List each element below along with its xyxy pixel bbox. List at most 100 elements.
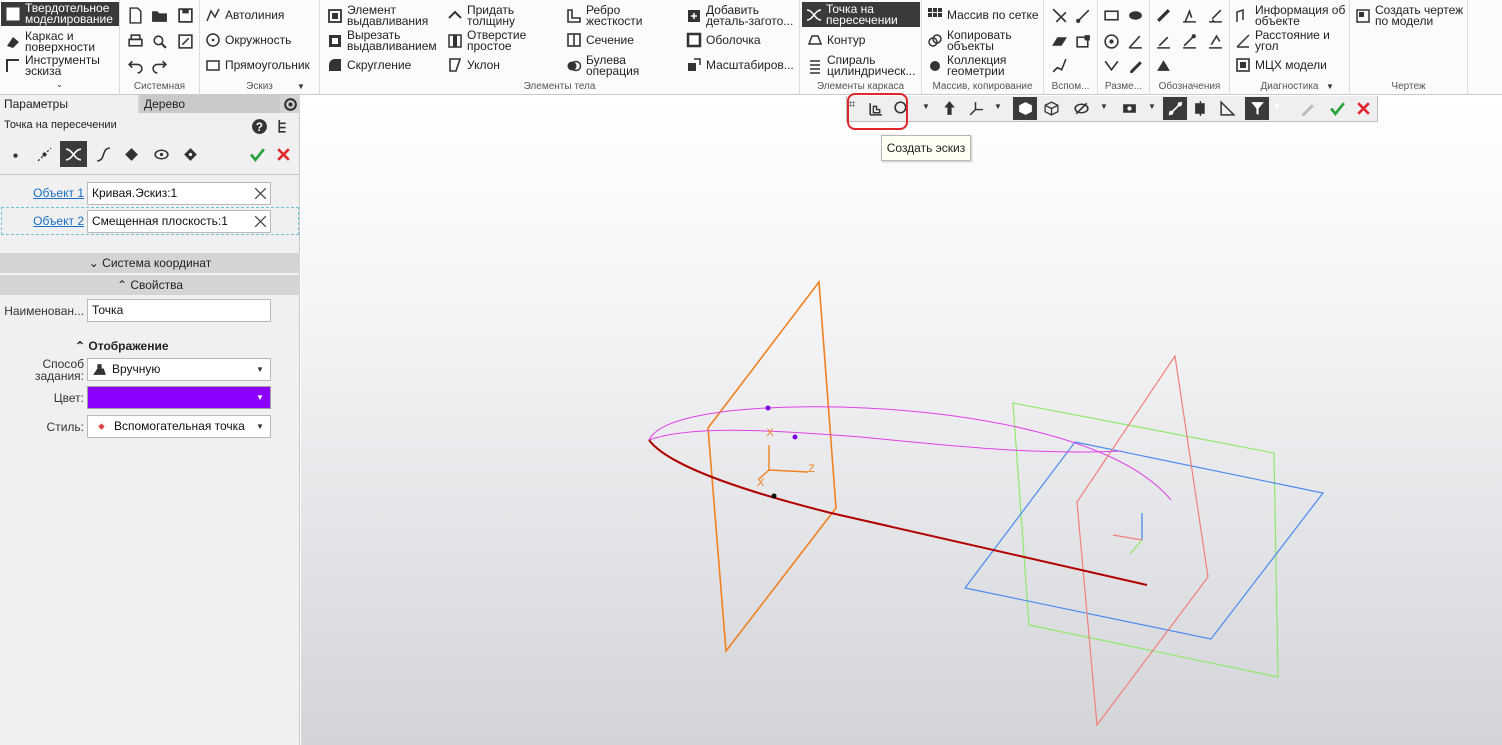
aux-curve-lower[interactable] xyxy=(648,429,1122,453)
panel-settings-icon[interactable] xyxy=(280,93,300,115)
mcx-button[interactable]: МЦХ модели xyxy=(1234,56,1327,74)
tab-parameters[interactable]: Параметры xyxy=(0,95,138,113)
tab-tree[interactable]: Дерево xyxy=(140,95,280,113)
sketch-plane-orange[interactable] xyxy=(707,279,837,654)
intersection-mode-icon[interactable] xyxy=(60,141,87,167)
visibility-dropdown-icon[interactable]: ▼ xyxy=(1148,102,1156,111)
open-folder-icon[interactable] xyxy=(148,4,170,26)
weld-icon[interactable] xyxy=(1152,4,1174,26)
aux-plane2-icon[interactable] xyxy=(1072,30,1094,52)
cancel-icon[interactable] xyxy=(272,143,294,165)
base-icon[interactable] xyxy=(1204,4,1226,26)
circle-button[interactable]: Окружность xyxy=(204,31,291,49)
rectangle-button[interactable]: Прямоугольник xyxy=(204,56,310,74)
section-button[interactable]: Сечение xyxy=(565,31,634,49)
3d-viewport[interactable]: X Z X xyxy=(301,95,1502,745)
expand-icon[interactable]: ⌄ xyxy=(56,80,63,89)
distance-angle-button[interactable]: Расстояние и угол xyxy=(1234,29,1345,53)
autoline-button[interactable]: Автолиния xyxy=(204,6,284,24)
contour-button[interactable]: Контур xyxy=(806,31,865,49)
name-field[interactable]: Точка xyxy=(87,299,271,322)
sketch-group-dropdown-icon[interactable]: ▼ xyxy=(297,82,305,91)
draft-button[interactable]: Уклон xyxy=(446,56,500,74)
vertex-point-icon[interactable] xyxy=(120,143,142,165)
plane-blue[interactable] xyxy=(963,441,1325,640)
create-drawing-button[interactable]: Создать чертеж по модели xyxy=(1354,4,1467,28)
object1-clear-icon[interactable] xyxy=(250,183,270,204)
radial-dim-icon[interactable] xyxy=(1100,30,1122,52)
cut-extrude-button[interactable]: Вырезать выдавливанием xyxy=(326,29,439,53)
color-picker[interactable] xyxy=(87,386,271,409)
display-section[interactable]: ⌃ Отображение xyxy=(75,339,169,353)
intersection-point-button[interactable]: Точка на пересечении xyxy=(802,2,920,27)
linear-dim-icon[interactable] xyxy=(1100,4,1122,26)
method-select[interactable]: Вручную xyxy=(87,358,271,381)
cut-line-icon[interactable] xyxy=(1152,54,1174,76)
mode-frame-surfaces[interactable]: Каркас и поверхности xyxy=(4,30,118,54)
new-file-icon[interactable] xyxy=(124,4,146,26)
boolean-button[interactable]: Булева операция xyxy=(565,54,646,78)
style-select[interactable]: Вспомогательная точка xyxy=(87,415,271,438)
style-dropdown-icon[interactable]: ▼ xyxy=(256,422,264,431)
grid-array-button[interactable]: Массив по сетке xyxy=(926,6,1039,24)
preview-icon[interactable] xyxy=(148,30,170,52)
object1-link[interactable]: Объект 1 xyxy=(0,186,84,200)
confirm-icon[interactable] xyxy=(246,143,268,165)
axes-icon[interactable] xyxy=(963,97,987,120)
properties-section[interactable]: ⌃ Свойства xyxy=(0,275,300,295)
thicken-button[interactable]: Придать толщину xyxy=(446,4,537,28)
sketch-curve[interactable] xyxy=(648,439,1148,586)
object1-field[interactable]: Кривая.Эскиз:1 xyxy=(87,182,271,205)
add-part-button[interactable]: Добавить деталь-загото... xyxy=(685,4,798,28)
geometry-collection-button[interactable]: Коллекция геометрии xyxy=(926,54,1027,78)
hide-dropdown-icon[interactable]: ▼ xyxy=(1100,102,1108,111)
diagnostics-dropdown-icon[interactable]: ▼ xyxy=(1326,82,1334,91)
aux-axis-icon[interactable] xyxy=(1072,4,1094,26)
curve-point[interactable] xyxy=(771,493,777,499)
fillet-button[interactable]: Скругление xyxy=(326,56,411,74)
color-dropdown-icon[interactable]: ▼ xyxy=(256,393,264,402)
orientation-icon[interactable] xyxy=(937,97,961,120)
filter-dropdown-icon[interactable]: ▼ xyxy=(1273,102,1281,111)
filter-icon[interactable] xyxy=(1245,97,1269,120)
shell-button[interactable]: Оболочка xyxy=(685,31,761,49)
apply-icon[interactable] xyxy=(1325,97,1349,120)
cyl-spiral-button[interactable]: Спираль цилиндрическ... xyxy=(806,54,919,78)
point-mode-icon[interactable] xyxy=(4,143,26,165)
diameter-dim-icon[interactable] xyxy=(1124,4,1146,26)
wireframe-view-icon[interactable] xyxy=(1039,97,1063,120)
aux-curve-icon[interactable] xyxy=(1048,54,1070,76)
aux-point-icon[interactable] xyxy=(1048,4,1070,26)
leader-icon[interactable] xyxy=(1178,30,1200,52)
intersection-point-2[interactable] xyxy=(792,434,798,440)
scale-button[interactable]: Масштабиров... xyxy=(685,56,794,74)
mode-sketch-tools[interactable]: Инструменты эскиза xyxy=(4,54,118,78)
curve-point-icon[interactable] xyxy=(92,143,114,165)
tree-view-icon[interactable] xyxy=(272,115,294,137)
rib-button[interactable]: Ребро жесткости xyxy=(565,4,646,28)
measure-icon[interactable] xyxy=(1215,97,1239,120)
plane-green[interactable] xyxy=(1012,402,1279,678)
hole-button[interactable]: Отверстие простое xyxy=(446,29,537,53)
axes-dropdown-icon[interactable]: ▼ xyxy=(994,102,1002,111)
roughness-icon[interactable] xyxy=(1178,4,1200,26)
tolerance-icon[interactable] xyxy=(1152,30,1174,52)
object2-clear-icon[interactable] xyxy=(250,211,270,232)
close-icon[interactable] xyxy=(1351,97,1375,120)
print-icon[interactable] xyxy=(124,30,146,52)
section-view-icon[interactable] xyxy=(1189,97,1213,120)
model-scene[interactable]: X Z X xyxy=(301,95,1502,745)
dim-edit-icon[interactable] xyxy=(1124,54,1146,76)
auto-dim-icon[interactable] xyxy=(1100,54,1122,76)
object-info-button[interactable]: Информация об объекте xyxy=(1234,4,1349,28)
marking-icon[interactable] xyxy=(1204,30,1226,52)
save-icon[interactable] xyxy=(174,4,196,26)
zoom-dropdown-icon[interactable]: ▼ xyxy=(922,102,930,111)
snap-icon[interactable] xyxy=(1163,97,1187,120)
center-point-icon[interactable] xyxy=(150,143,172,165)
point-on-curve-icon[interactable] xyxy=(33,143,55,165)
redo-icon[interactable] xyxy=(148,54,170,76)
object2-link[interactable]: Объект 2 xyxy=(0,214,84,228)
coord-system-section[interactable]: ⌄ Система координат xyxy=(0,253,300,273)
copy-objects-button[interactable]: Копировать объекты xyxy=(926,29,1027,53)
